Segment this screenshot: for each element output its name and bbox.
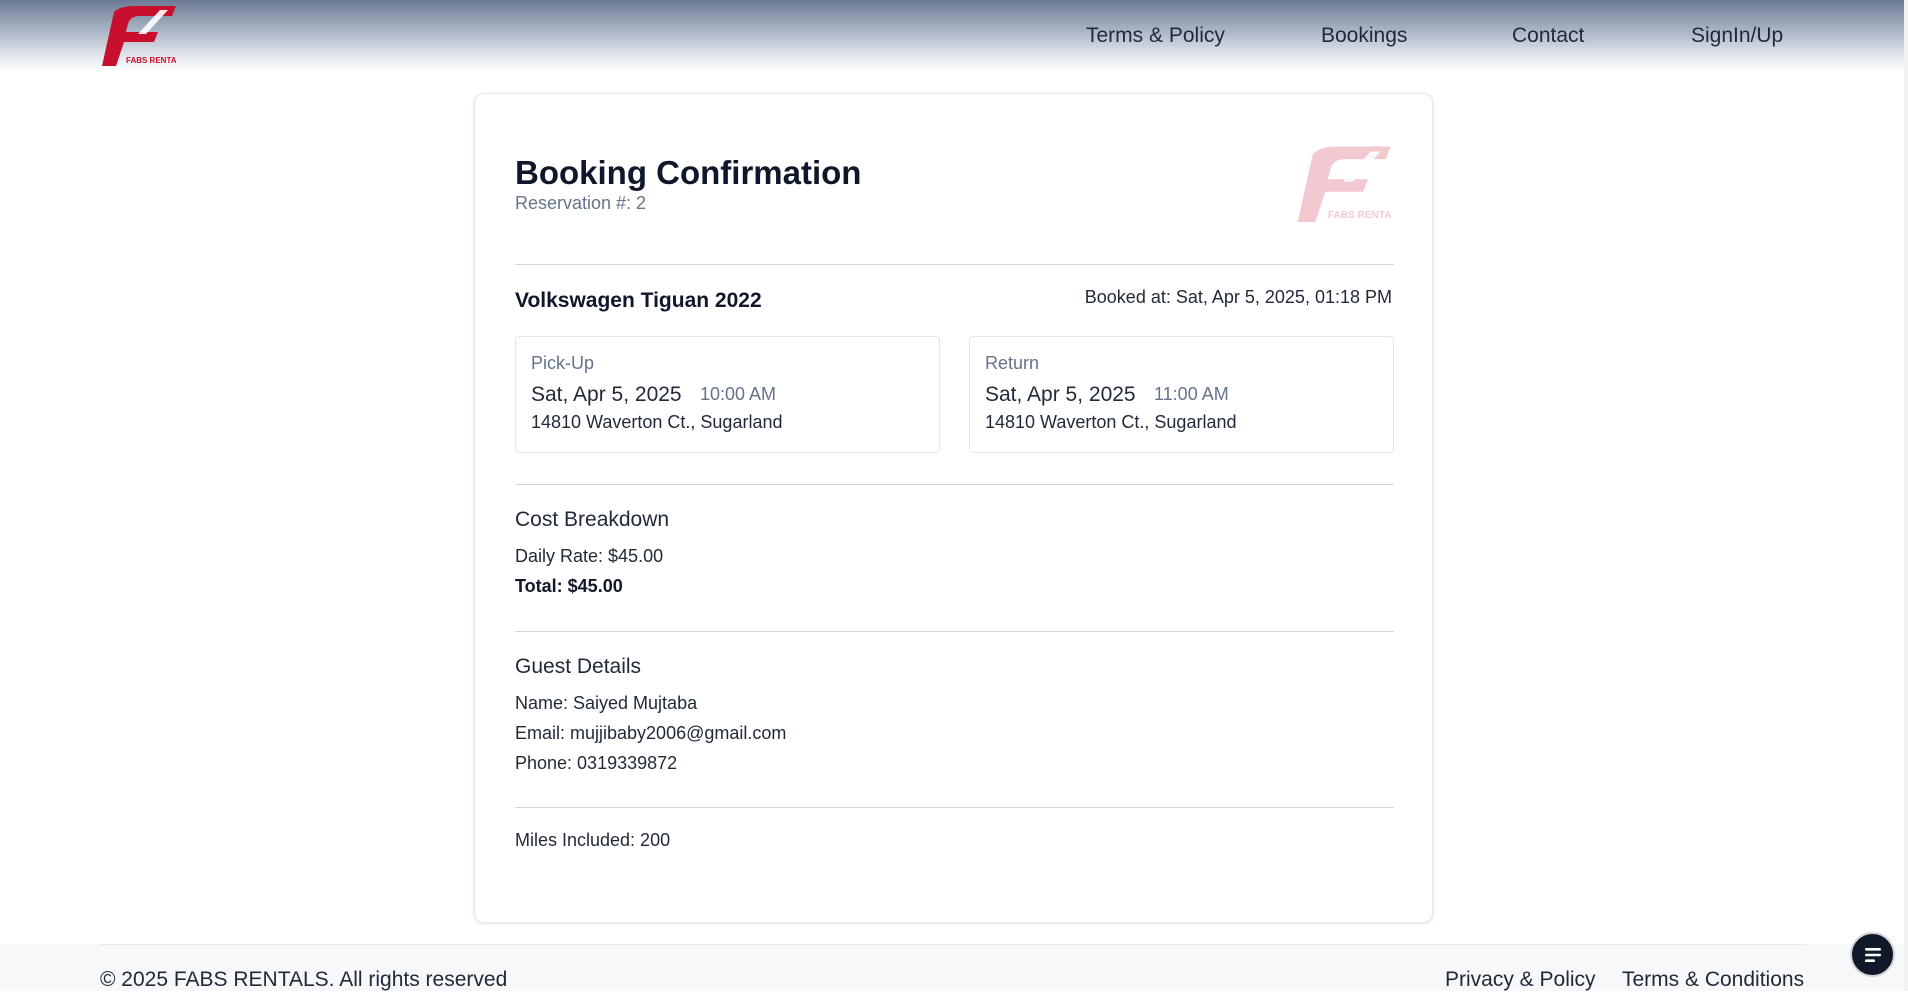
page-scrollbar[interactable] bbox=[1904, 0, 1908, 991]
divider bbox=[515, 264, 1394, 265]
fabs-rentals-logo[interactable]: FABS RENTALS bbox=[100, 4, 176, 66]
site-footer: © 2025 FABS RENTALS. All rights reserved… bbox=[0, 944, 1908, 991]
return-box: Return Sat, Apr 5, 2025 11:00 AM 14810 W… bbox=[969, 336, 1394, 453]
vehicle-name: Volkswagen Tiguan 2022 bbox=[515, 289, 762, 312]
reservation-number: Reservation #: 2 bbox=[515, 193, 647, 213]
site-header: FABS RENTALS Terms & Policy Bookings Con… bbox=[0, 0, 1908, 72]
footer-privacy-policy-link[interactable]: Privacy & Policy bbox=[1445, 968, 1596, 992]
watermark-text: FABS RENTALS bbox=[1328, 210, 1391, 221]
pickup-time: 10:00 AM bbox=[700, 384, 777, 404]
guest-name: Name: Saiyed Mujtaba bbox=[515, 693, 698, 713]
copyright-text: © 2025 FABS RENTALS. All rights reserved bbox=[100, 968, 508, 991]
nav-bookings[interactable]: Bookings bbox=[1321, 24, 1407, 48]
fabs-watermark-logo: FABS RENTALS bbox=[1297, 146, 1391, 222]
cost-breakdown-title: Cost Breakdown bbox=[515, 508, 670, 531]
chat-menu-button[interactable] bbox=[1850, 932, 1895, 977]
booked-at: Booked at: Sat, Apr 5, 2025, 01:18 PM bbox=[1084, 287, 1392, 307]
pickup-date: Sat, Apr 5, 2025 bbox=[531, 383, 682, 406]
nav-contact[interactable]: Contact bbox=[1512, 24, 1584, 48]
chat-menu-icon bbox=[1864, 947, 1881, 962]
return-date: Sat, Apr 5, 2025 bbox=[985, 383, 1136, 406]
total-cost: Total: $45.00 bbox=[515, 576, 623, 596]
divider bbox=[515, 807, 1394, 808]
logo-text: FABS RENTALS bbox=[126, 56, 176, 65]
pickup-address: 14810 Waverton Ct., Sugarland bbox=[531, 412, 783, 432]
pickup-label: Pick-Up bbox=[531, 353, 595, 373]
guest-phone: Phone: 0319339872 bbox=[515, 753, 678, 773]
divider bbox=[515, 484, 1394, 485]
booking-card: Booking Confirmation Reservation #: 2 FA… bbox=[474, 93, 1433, 923]
page-title: Booking Confirmation bbox=[515, 154, 862, 191]
pickup-box: Pick-Up Sat, Apr 5, 2025 10:00 AM 14810 … bbox=[515, 336, 940, 453]
daily-rate: Daily Rate: $45.00 bbox=[515, 546, 664, 566]
divider bbox=[515, 631, 1394, 632]
miles-included: Miles Included: 200 bbox=[515, 830, 671, 850]
guest-email: Email: mujjibaby2006@gmail.com bbox=[515, 723, 787, 743]
footer-terms-conditions-link[interactable]: Terms & Conditions bbox=[1622, 968, 1804, 992]
nav-terms-policy[interactable]: Terms & Policy bbox=[1086, 24, 1225, 48]
footer-divider bbox=[100, 944, 1806, 945]
return-time: 11:00 AM bbox=[1154, 384, 1229, 404]
return-address: 14810 Waverton Ct., Sugarland bbox=[985, 412, 1237, 432]
return-label: Return bbox=[985, 353, 1040, 373]
guest-details-title: Guest Details bbox=[515, 655, 642, 678]
nav-signin-up[interactable]: SignIn/Up bbox=[1691, 24, 1783, 48]
